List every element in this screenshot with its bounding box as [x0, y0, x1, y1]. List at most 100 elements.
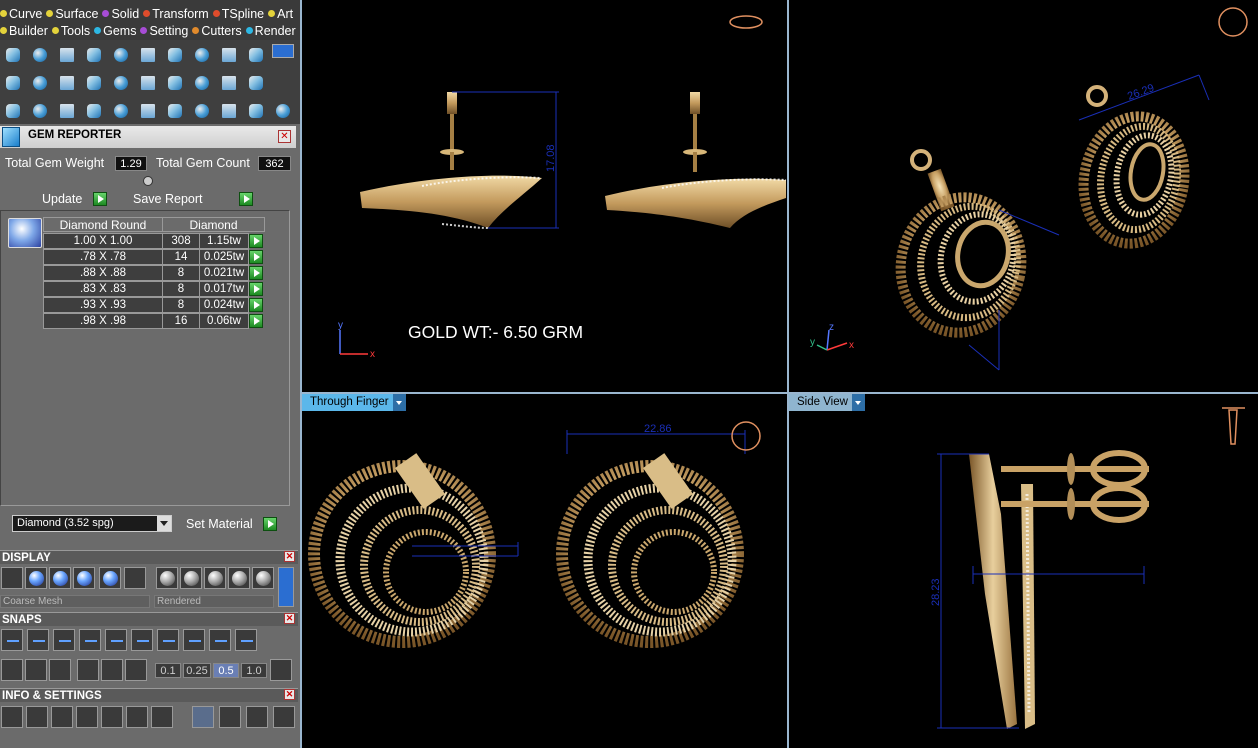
- menu-render[interactable]: Render: [245, 24, 296, 38]
- snap-value-0.5[interactable]: 0.5: [213, 663, 239, 678]
- near-snap-icon[interactable]: [209, 629, 231, 651]
- close-icon[interactable]: ✕: [278, 130, 291, 143]
- paint-tool-icon[interactable]: [191, 44, 213, 66]
- star-tool-icon[interactable]: [164, 100, 186, 122]
- pan-tool-icon[interactable]: [164, 44, 186, 66]
- menu-cutters[interactable]: Cutters: [192, 24, 242, 38]
- cut-tool-icon[interactable]: [245, 100, 267, 122]
- rendered-sphere-icon[interactable]: [73, 567, 95, 589]
- viewport-perspective[interactable]: 26.29 z y x: [789, 0, 1258, 392]
- environment-icon[interactable]: [99, 567, 121, 589]
- row-select-icon[interactable]: [249, 314, 263, 328]
- row-select-icon[interactable]: [249, 282, 263, 296]
- surface-tool-icon[interactable]: [56, 44, 78, 66]
- tangent-snap-icon[interactable]: [183, 629, 205, 651]
- viewport-top[interactable]: 17.08 y x GOLD WT:- 6.50 GRM: [302, 0, 787, 392]
- link-tool-icon[interactable]: [191, 100, 213, 122]
- notepad-icon[interactable]: [101, 706, 123, 728]
- edit-icon[interactable]: [126, 706, 148, 728]
- grid-toggle-icon[interactable]: [270, 659, 292, 681]
- display-toggle-icon[interactable]: [278, 567, 294, 607]
- cluster-tool-icon[interactable]: [245, 72, 267, 94]
- planar-snap-icon[interactable]: [235, 629, 257, 651]
- extrude-tool-icon[interactable]: [83, 100, 105, 122]
- move-tool-icon[interactable]: [110, 100, 132, 122]
- render-mode-select[interactable]: Rendered: [154, 595, 274, 608]
- gold-hand-icon[interactable]: [25, 567, 47, 589]
- texture-map-icon[interactable]: [124, 567, 146, 589]
- mesh-quality-select[interactable]: Coarse Mesh: [0, 595, 150, 608]
- curve-snap-icon[interactable]: [77, 659, 99, 681]
- spiral-tool-icon[interactable]: [56, 100, 78, 122]
- twist-tool-icon[interactable]: [29, 44, 51, 66]
- diamond-gem-icon[interactable]: [8, 218, 42, 248]
- menu-builder[interactable]: Builder: [0, 24, 48, 38]
- perp-snap-icon[interactable]: [105, 629, 127, 651]
- wireframe-icon[interactable]: [1, 567, 23, 589]
- cube-snap-icon[interactable]: [25, 659, 47, 681]
- snap-value-0.25[interactable]: 0.25: [183, 663, 211, 678]
- array-tool-icon[interactable]: [110, 44, 132, 66]
- delete-icon[interactable]: [273, 706, 295, 728]
- ring-view-icon[interactable]: [729, 15, 763, 29]
- menu-solid[interactable]: Solid: [102, 7, 139, 21]
- cube-purple-icon[interactable]: [151, 706, 173, 728]
- row-select-icon[interactable]: [249, 250, 263, 264]
- menu-setting[interactable]: Setting: [140, 24, 188, 38]
- set-material-go-icon[interactable]: [263, 517, 277, 531]
- brush-tool-icon[interactable]: [137, 72, 159, 94]
- ring-view-icon[interactable]: [1218, 7, 1248, 37]
- gumball-icon[interactable]: [125, 659, 147, 681]
- viewport-label-through-finger[interactable]: Through Finger: [302, 394, 406, 411]
- hand-tool-icon[interactable]: [192, 706, 214, 728]
- chevron-down-icon[interactable]: [393, 394, 406, 411]
- circle-snap-icon[interactable]: [157, 629, 179, 651]
- material-ball-5-icon[interactable]: [252, 567, 274, 589]
- pave-tool-icon[interactable]: [218, 72, 240, 94]
- export-icon[interactable]: [219, 706, 241, 728]
- save-report-go-icon[interactable]: [239, 192, 253, 206]
- ring-tool-icon[interactable]: [272, 100, 294, 122]
- chevron-down-icon[interactable]: [852, 394, 865, 411]
- menu-transform[interactable]: Transform: [143, 7, 209, 21]
- plane-tool-icon[interactable]: [2, 72, 24, 94]
- snaps-header[interactable]: SNAPS ✕: [0, 612, 298, 626]
- loft-tool-icon[interactable]: [83, 44, 105, 66]
- menu-surface[interactable]: Surface: [46, 7, 98, 21]
- row-select-icon[interactable]: [249, 234, 263, 248]
- chevron-down-icon[interactable]: [157, 516, 171, 531]
- material-ball-3-icon[interactable]: [204, 567, 226, 589]
- menu-tools[interactable]: Tools: [51, 24, 90, 38]
- box-tool-icon[interactable]: [2, 100, 24, 122]
- set-material-button[interactable]: Set Material: [186, 516, 266, 532]
- menu-curve[interactable]: Curve: [0, 7, 42, 21]
- viewport-through-finger[interactable]: 22.86 Through Finger: [302, 394, 787, 748]
- pencil-icon[interactable]: [49, 659, 71, 681]
- viewport-label-side-view[interactable]: Side View: [789, 394, 865, 411]
- end-snap-icon[interactable]: [1, 629, 23, 651]
- polish-tool-icon[interactable]: [164, 72, 186, 94]
- save-report-button[interactable]: Save Report: [133, 191, 233, 207]
- material-select[interactable]: Diamond (3.52 spg): [12, 515, 172, 532]
- material-ball-1-icon[interactable]: [156, 567, 178, 589]
- curve-tool-icon[interactable]: [2, 44, 24, 66]
- display-header[interactable]: DISPLAY ✕: [0, 550, 298, 564]
- gem-tool-icon[interactable]: [29, 72, 51, 94]
- row-select-icon[interactable]: [249, 298, 263, 312]
- menu-art[interactable]: Art: [268, 7, 293, 21]
- quad-snap-icon[interactable]: [131, 629, 153, 651]
- gear-tool-icon[interactable]: [218, 44, 240, 66]
- view-tool-icon[interactable]: [245, 44, 267, 66]
- arc-tool-icon[interactable]: [29, 100, 51, 122]
- box-icon[interactable]: [76, 706, 98, 728]
- snap-value-0.1[interactable]: 0.1: [155, 663, 181, 678]
- update-button[interactable]: Update: [42, 191, 92, 207]
- bezel-tool-icon[interactable]: [83, 72, 105, 94]
- mirror-tool-icon[interactable]: [218, 100, 240, 122]
- grid-snap-icon[interactable]: [1, 659, 23, 681]
- snap-value-1.0[interactable]: 1.0: [241, 663, 267, 678]
- side-view-icon[interactable]: [1222, 407, 1245, 445]
- splitter-handle[interactable]: [143, 176, 153, 186]
- shaded-sphere-icon[interactable]: [49, 567, 71, 589]
- corner-tool-icon[interactable]: [137, 100, 159, 122]
